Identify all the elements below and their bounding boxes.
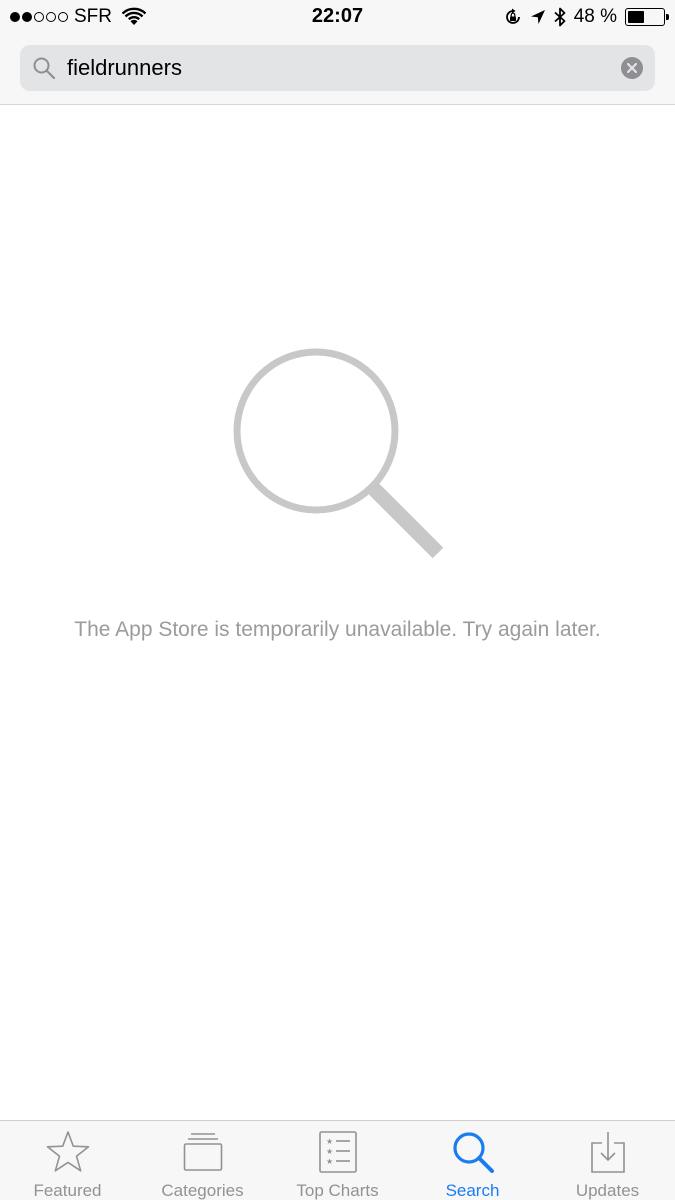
tab-label: Featured [33, 1181, 102, 1200]
search-icon [33, 57, 56, 80]
tab-categories[interactable]: Categories [135, 1121, 270, 1200]
location-icon [530, 10, 545, 24]
tab-label: Categories [161, 1181, 244, 1200]
updates-icon [591, 1132, 625, 1173]
status-right: 48 % [504, 6, 669, 28]
top-charts-icon: ★ ★ ★ [319, 1131, 357, 1173]
battery-percentage: 48 % [573, 6, 617, 27]
clear-search-button[interactable] [621, 57, 643, 79]
search-input[interactable]: fieldrunners [20, 45, 655, 91]
clear-icon [627, 63, 637, 73]
search-query-text[interactable]: fieldrunners [67, 55, 182, 81]
tab-updates[interactable]: Updates [540, 1121, 675, 1200]
svg-text:★: ★ [326, 1137, 333, 1146]
battery-cap [666, 14, 669, 20]
tab-label: Updates [575, 1181, 640, 1200]
battery-icon [625, 8, 669, 26]
tab-bar: Featured Categories ★ ★ ★ Top Charts Sea… [0, 1120, 675, 1200]
unavailable-message: The App Store is temporarily unavailable… [74, 618, 601, 641]
tab-top-charts[interactable]: ★ ★ ★ Top Charts [270, 1121, 405, 1200]
svg-text:★: ★ [326, 1157, 333, 1166]
tab-label: Top Charts [296, 1181, 379, 1200]
star-icon [46, 1131, 90, 1172]
search-icon [453, 1132, 494, 1173]
bluetooth-icon [554, 7, 566, 27]
status-bar: SFR 22:07 48 % [0, 0, 675, 34]
categories-icon [183, 1133, 223, 1171]
battery-fill [628, 11, 645, 23]
tab-featured[interactable]: Featured [0, 1121, 135, 1200]
orientation-lock-icon [505, 8, 520, 24]
search-header: fieldrunners [0, 34, 675, 105]
tab-label: Search [445, 1181, 500, 1200]
magnifying-glass-icon [233, 348, 444, 559]
tab-search[interactable]: Search [405, 1121, 540, 1200]
svg-text:★: ★ [326, 1147, 333, 1156]
